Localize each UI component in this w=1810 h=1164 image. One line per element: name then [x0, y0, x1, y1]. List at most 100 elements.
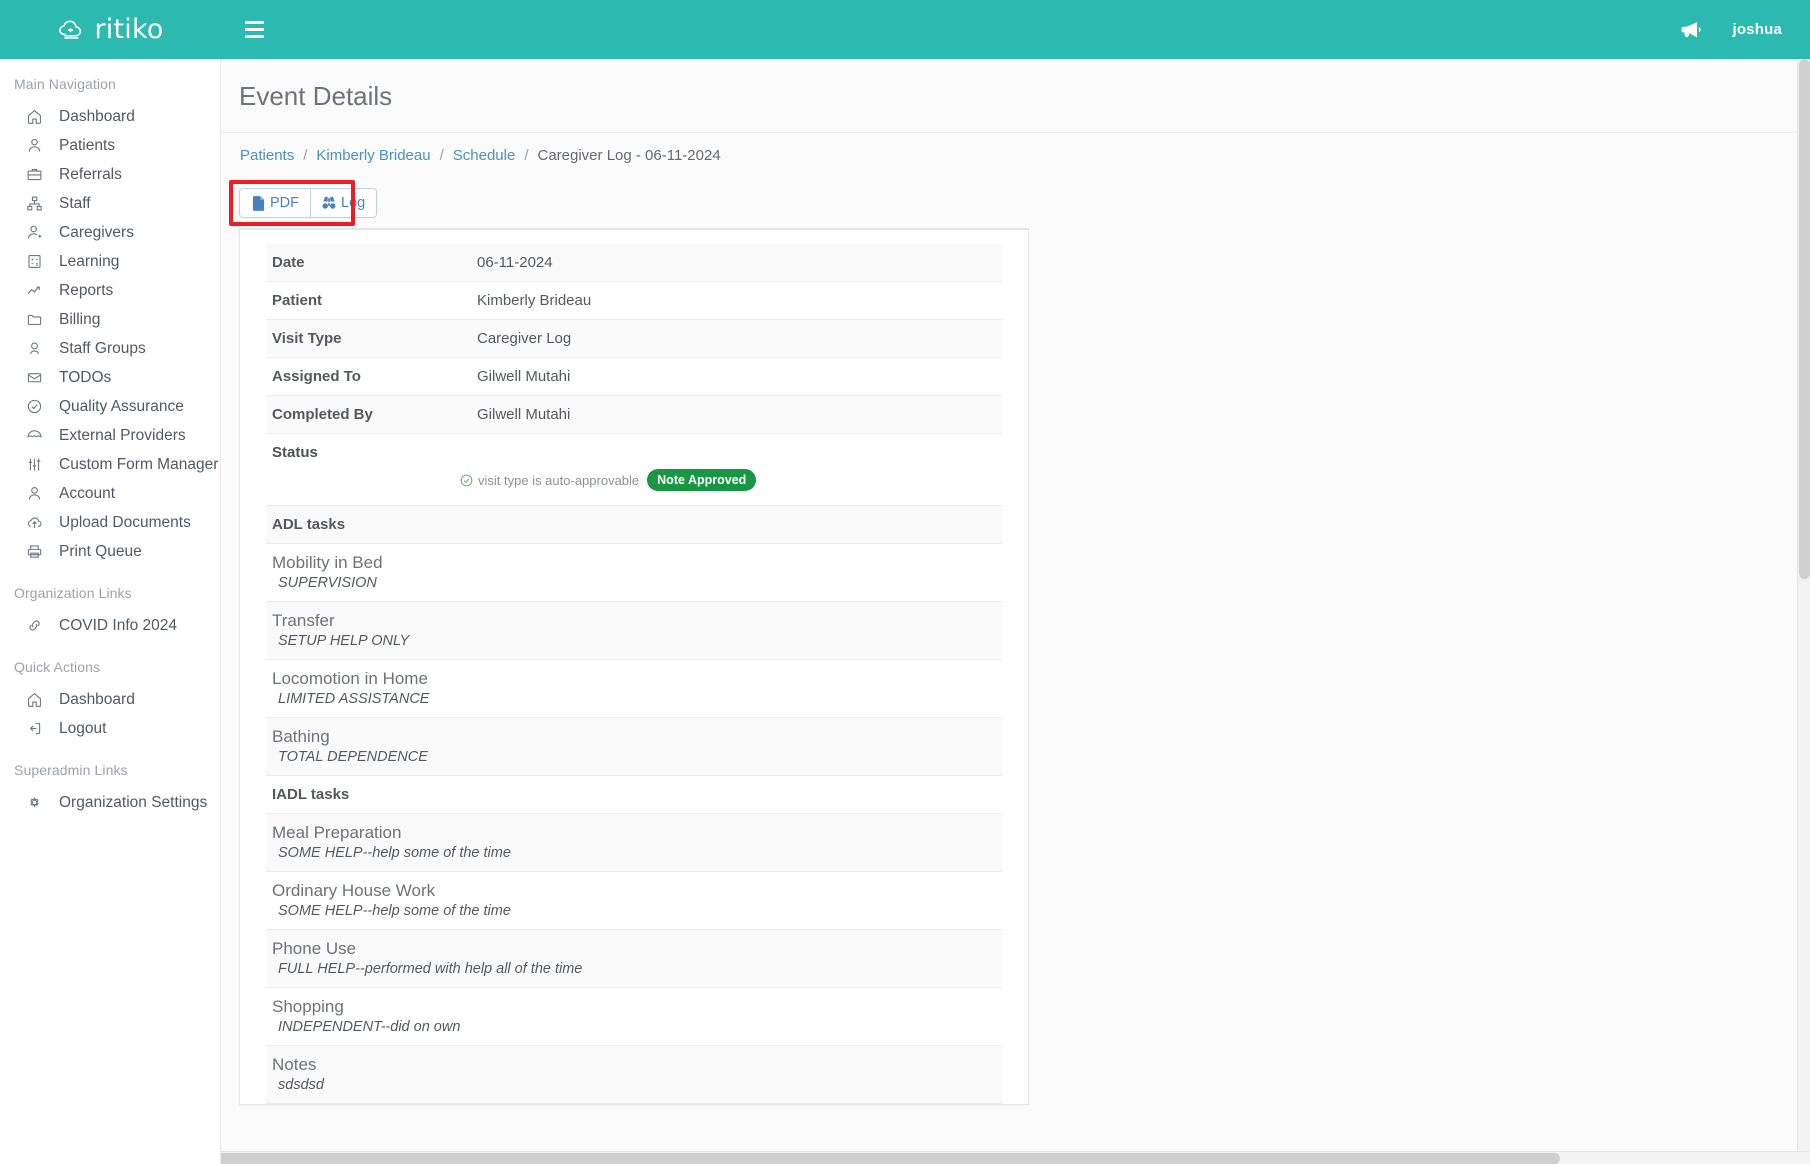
file-pdf-icon: [251, 196, 265, 211]
sidebar-item-external-providers[interactable]: External Providers: [0, 421, 220, 450]
sidebar-heading-main: Main Navigation: [0, 59, 220, 102]
sidebar-item-label: Staff Groups: [59, 340, 146, 358]
sidebar-item-logout[interactable]: Logout: [0, 714, 220, 743]
sidebar-item-label: Learning: [59, 253, 119, 271]
sidebar-item-upload-documents[interactable]: Upload Documents: [0, 508, 220, 537]
briefcase-icon: [25, 165, 44, 184]
megaphone-icon[interactable]: [1678, 18, 1704, 42]
breadcrumb: Patients / Kimberly Brideau / Schedule /…: [221, 133, 1810, 178]
breadcrumb-item-patients[interactable]: Patients: [240, 147, 294, 164]
link-icon: [25, 616, 44, 635]
sidebar-item-label: Upload Documents: [59, 514, 191, 532]
task-name: Shopping: [272, 997, 996, 1019]
task-value: TOTAL DEPENDENCE: [272, 749, 996, 765]
brand-name: ritiko: [94, 14, 163, 45]
event-details-card: Date 06-11-2024 Patient Kimberly Brideau…: [239, 228, 1029, 1105]
breadcrumb-separator: /: [524, 147, 528, 164]
sidebar-item-organization-settings[interactable]: Organization Settings: [0, 788, 220, 817]
sidebar-item-quick-dashboard[interactable]: Dashboard: [0, 685, 220, 714]
task-value: sdsdsd: [272, 1077, 996, 1093]
sidebar-item-covid-info[interactable]: COVID Info 2024: [0, 611, 220, 640]
sidebar-heading-quick-actions: Quick Actions: [0, 640, 220, 685]
sidebar-item-label: Custom Form Manager: [59, 456, 218, 474]
table-row: Patient Kimberly Brideau: [266, 282, 1002, 320]
status-label: Status: [272, 444, 996, 461]
sidebar-item-label: Billing: [59, 311, 100, 329]
breadcrumb-item-current: Caregiver Log - 06-11-2024: [538, 147, 721, 164]
event-details-table: Date 06-11-2024 Patient Kimberly Brideau…: [266, 244, 1002, 1104]
sidebar-item-account[interactable]: Account: [0, 479, 220, 508]
sidebar-item-todos[interactable]: TODOs: [0, 363, 220, 392]
users-group-icon: [25, 339, 44, 358]
sidebar-item-billing[interactable]: Billing: [0, 305, 220, 334]
table-row-status: Status visit type is auto-approvable Not…: [266, 434, 1002, 506]
task-name: Ordinary House Work: [272, 881, 996, 903]
sidebar-item-dashboard[interactable]: Dashboard: [0, 102, 220, 131]
task-value: SOME HELP--help some of the time: [272, 845, 996, 861]
sidebar-item-label: Organization Settings: [59, 794, 207, 812]
breadcrumb-separator: /: [440, 147, 444, 164]
user-patient-icon: [25, 136, 44, 155]
umbrella-icon: [25, 426, 44, 445]
vertical-scrollbar-thumb[interactable]: [1799, 59, 1810, 579]
sidebar-navigation: Main Navigation Dashboard Patients Refer…: [0, 59, 221, 1164]
task-value: SOME HELP--help some of the time: [272, 903, 996, 919]
sidebar-item-caregivers[interactable]: Caregivers: [0, 218, 220, 247]
gear-icon: [25, 793, 44, 812]
pdf-button[interactable]: PDF: [239, 188, 311, 218]
row-value: 06-11-2024: [471, 244, 1002, 282]
sidebar-item-learning[interactable]: Learning: [0, 247, 220, 276]
auto-approvable-note: visit type is auto-approvable: [460, 473, 639, 488]
sidebar-item-label: Quality Assurance: [59, 398, 184, 416]
task-row: Phone Use FULL HELP--performed with help…: [266, 930, 1002, 988]
action-toolbar: PDF Log: [221, 178, 1810, 218]
task-name: Mobility in Bed: [272, 553, 996, 575]
auto-approvable-text: visit type is auto-approvable: [478, 473, 639, 488]
sidebar-item-label: Reports: [59, 282, 113, 300]
task-row: Mobility in Bed SUPERVISION: [266, 544, 1002, 602]
application-window: ritiko joshua Main Navigation Dashboard …: [0, 0, 1810, 1164]
breadcrumb-item-schedule[interactable]: Schedule: [453, 147, 516, 164]
row-label: Visit Type: [266, 320, 471, 358]
sidebar-heading-superadmin: Superadmin Links: [0, 743, 220, 788]
task-value: SUPERVISION: [272, 575, 996, 591]
section-header-adl: ADL tasks: [266, 506, 1002, 544]
row-value: Caregiver Log: [471, 320, 1002, 358]
task-value: SETUP HELP ONLY: [272, 633, 996, 649]
table-row: Assigned To Gilwell Mutahi: [266, 358, 1002, 396]
sidebar-item-label: Logout: [59, 720, 106, 738]
breadcrumb-item-patient-name[interactable]: Kimberly Brideau: [316, 147, 430, 164]
sitemap-icon: [25, 194, 44, 213]
row-label: Date: [266, 244, 471, 282]
breadcrumb-separator: /: [303, 147, 307, 164]
section-header-iadl: IADL tasks: [266, 776, 1002, 814]
sidebar-item-label: COVID Info 2024: [59, 617, 177, 635]
horizontal-scrollbar[interactable]: [0, 1151, 1810, 1164]
task-name: Transfer: [272, 611, 996, 633]
row-value: Kimberly Brideau: [471, 282, 1002, 320]
vertical-scrollbar[interactable]: [1797, 59, 1810, 1164]
section-heading: IADL tasks: [266, 776, 1002, 814]
brand-logo[interactable]: ritiko: [0, 0, 221, 59]
hamburger-icon[interactable]: [231, 9, 277, 51]
sidebar-item-reports[interactable]: Reports: [0, 276, 220, 305]
status-value-group: visit type is auto-approvable Note Appro…: [272, 461, 996, 495]
sidebar-item-custom-form-manager[interactable]: Custom Form Manager: [0, 450, 220, 479]
sidebar-item-patients[interactable]: Patients: [0, 131, 220, 160]
sidebar-item-staff-groups[interactable]: Staff Groups: [0, 334, 220, 363]
sidebar-item-referrals[interactable]: Referrals: [0, 160, 220, 189]
calculator-icon: [25, 252, 44, 271]
sidebar-item-quality-assurance[interactable]: Quality Assurance: [0, 392, 220, 421]
sidebar-item-label: Dashboard: [59, 108, 135, 126]
printer-icon: [25, 542, 44, 561]
log-button[interactable]: Log: [311, 188, 377, 218]
sidebar-heading-organization: Organization Links: [0, 566, 220, 611]
horizontal-scrollbar-thumb[interactable]: [0, 1153, 1560, 1164]
sidebar-item-print-queue[interactable]: Print Queue: [0, 537, 220, 566]
task-row: Notes sdsdsd: [266, 1046, 1002, 1104]
task-value: INDEPENDENT--did on own: [272, 1019, 996, 1035]
sidebar-item-staff[interactable]: Staff: [0, 189, 220, 218]
user-menu[interactable]: joshua: [1732, 21, 1782, 38]
row-label: Patient: [266, 282, 471, 320]
page-title: Event Details: [239, 81, 1810, 112]
